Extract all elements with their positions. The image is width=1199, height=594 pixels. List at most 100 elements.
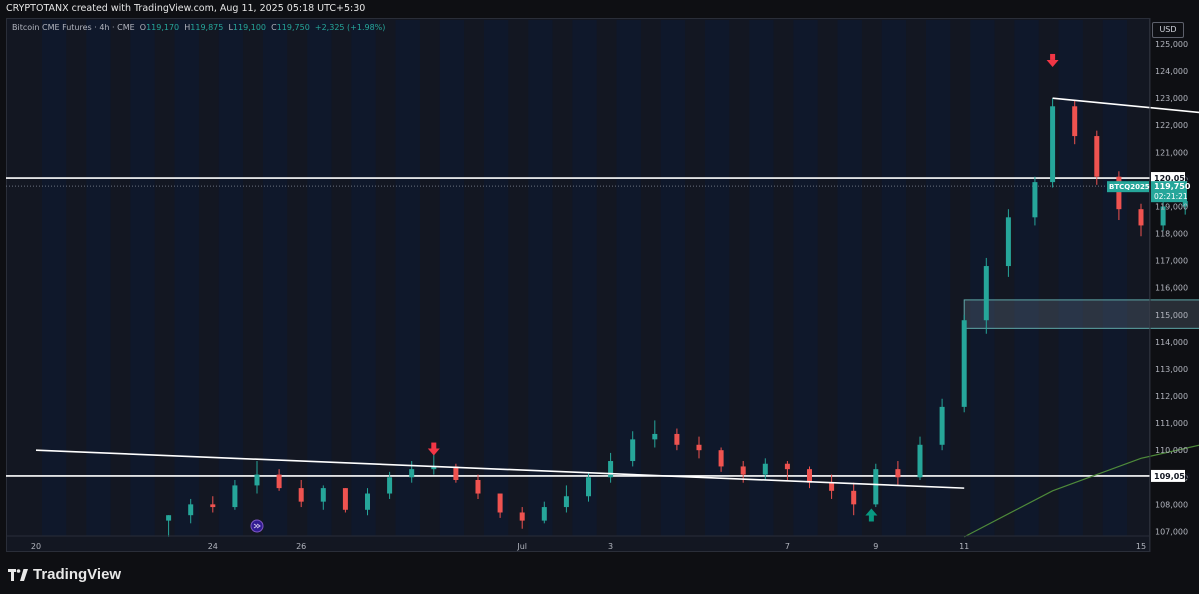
price-tick-label: 111,000 <box>1155 419 1188 428</box>
price-tick-label: 117,000 <box>1155 257 1188 266</box>
session-band <box>881 20 907 536</box>
tradingview-logo-icon <box>8 568 28 581</box>
candle-body <box>210 504 216 508</box>
price-tick-label: 113,000 <box>1155 365 1188 374</box>
candle-body <box>1005 217 1011 267</box>
candle-body <box>298 488 304 502</box>
candle-body <box>365 493 370 510</box>
candle-body <box>873 469 879 505</box>
price-tick-label: 124,000 <box>1155 67 1188 76</box>
candle-body <box>608 461 614 478</box>
candle-body <box>320 488 326 502</box>
session-band <box>705 20 730 536</box>
candle-body <box>1032 182 1038 218</box>
price-tick-label: 114,000 <box>1155 338 1188 347</box>
candle-body <box>387 477 393 494</box>
session-band <box>395 20 420 536</box>
up-arrow-icon <box>865 508 878 516</box>
price-tick-label: 123,000 <box>1155 94 1188 103</box>
footer <box>0 556 1199 594</box>
tradingview-brand: TradingView <box>33 566 122 583</box>
candle-body <box>497 493 503 513</box>
session-band <box>926 20 951 536</box>
candle-body <box>895 469 901 478</box>
session-band <box>749 20 774 536</box>
price-tick-label: 118,000 <box>1155 230 1188 239</box>
candle-body <box>409 469 415 478</box>
price-tick-label: 108,000 <box>1155 500 1188 509</box>
session-band <box>793 20 818 536</box>
session-band <box>970 20 995 536</box>
legend-symbol: Bitcoin CME Futures · 4h · CME <box>12 23 135 32</box>
candle-body <box>519 512 525 521</box>
price-tick-label: 125,000 <box>1155 40 1188 49</box>
time-tick-label: 9 <box>873 542 878 551</box>
current-price-text: 119,750 <box>1154 182 1191 191</box>
session-band <box>439 20 465 536</box>
candle-body <box>1072 106 1078 137</box>
session-band <box>528 20 553 536</box>
session-band <box>174 20 199 536</box>
candle-body <box>475 479 481 494</box>
legend-open: 119,170 <box>146 23 180 32</box>
candle-body <box>453 466 459 480</box>
candle-body <box>674 433 680 445</box>
candle-body <box>586 477 591 497</box>
candle-body <box>740 466 746 475</box>
candle-body <box>541 507 547 521</box>
symbol-legend: Bitcoin CME Futures · 4h · CME O119,170 … <box>12 23 385 32</box>
session-shading <box>42 20 1128 536</box>
countdown-text: 02:21:21 <box>1154 192 1188 201</box>
time-tick-label: Jul <box>516 542 527 551</box>
time-tick-label: 15 <box>1136 542 1146 551</box>
level-price-text: 109,050 <box>1154 472 1191 481</box>
session-band <box>572 20 597 536</box>
price-tick-label: 107,000 <box>1155 527 1188 536</box>
candle-body <box>762 463 768 475</box>
candle-body <box>961 320 967 407</box>
legend-close: 119,750 <box>276 23 310 32</box>
currency-button[interactable]: USD <box>1152 22 1184 38</box>
price-tick-label: 115,000 <box>1155 311 1188 320</box>
price-chart[interactable]: -2,855 (-2.37%) -571NEW CMA GAP 125,0001… <box>0 0 1199 556</box>
candle-body <box>652 433 658 440</box>
price-tick-label: 116,000 <box>1155 284 1188 293</box>
time-axis[interactable]: 20 24 26 Jul 3 7 9 11 15 <box>6 535 1150 551</box>
time-tick-label: 11 <box>959 542 969 551</box>
legend-change: +2,325 (+1.98%) <box>314 23 386 32</box>
time-tick-label: 3 <box>608 542 613 551</box>
candle-body <box>563 496 569 508</box>
price-tick-label: 119,000 <box>1155 202 1188 211</box>
candle-body <box>276 474 282 489</box>
candle-body <box>851 490 857 505</box>
candle-body <box>939 406 945 445</box>
candle-body <box>784 463 790 470</box>
price-tick-label: 110,000 <box>1155 446 1188 455</box>
down-arrow-head-icon <box>1046 59 1059 67</box>
candle-body <box>718 450 724 467</box>
session-band <box>616 20 641 536</box>
time-tick-label: 26 <box>296 542 306 551</box>
candle-body <box>807 469 812 483</box>
up-arrow-stem-icon <box>868 515 874 522</box>
candle-body <box>1138 209 1144 226</box>
candle-body <box>983 266 989 321</box>
candle-body <box>342 488 348 510</box>
candle-body <box>254 474 260 486</box>
candle-body <box>630 439 636 462</box>
session-band <box>660 20 686 536</box>
time-tick-label: 24 <box>208 542 218 551</box>
time-tick-label: 7 <box>785 542 790 551</box>
price-tick-label: 122,000 <box>1155 121 1188 130</box>
candle-body <box>829 482 835 491</box>
down-arrow-icon <box>431 442 437 449</box>
session-band <box>130 20 155 536</box>
session-band <box>307 20 332 536</box>
candle-body <box>188 504 194 516</box>
candle-body <box>1050 106 1056 183</box>
candle-body <box>917 444 923 478</box>
candle-body <box>232 485 238 508</box>
price-tick-label: 112,000 <box>1155 392 1188 401</box>
candle-body <box>1094 136 1100 177</box>
tradingview-logo[interactable]: TradingView <box>8 566 121 583</box>
